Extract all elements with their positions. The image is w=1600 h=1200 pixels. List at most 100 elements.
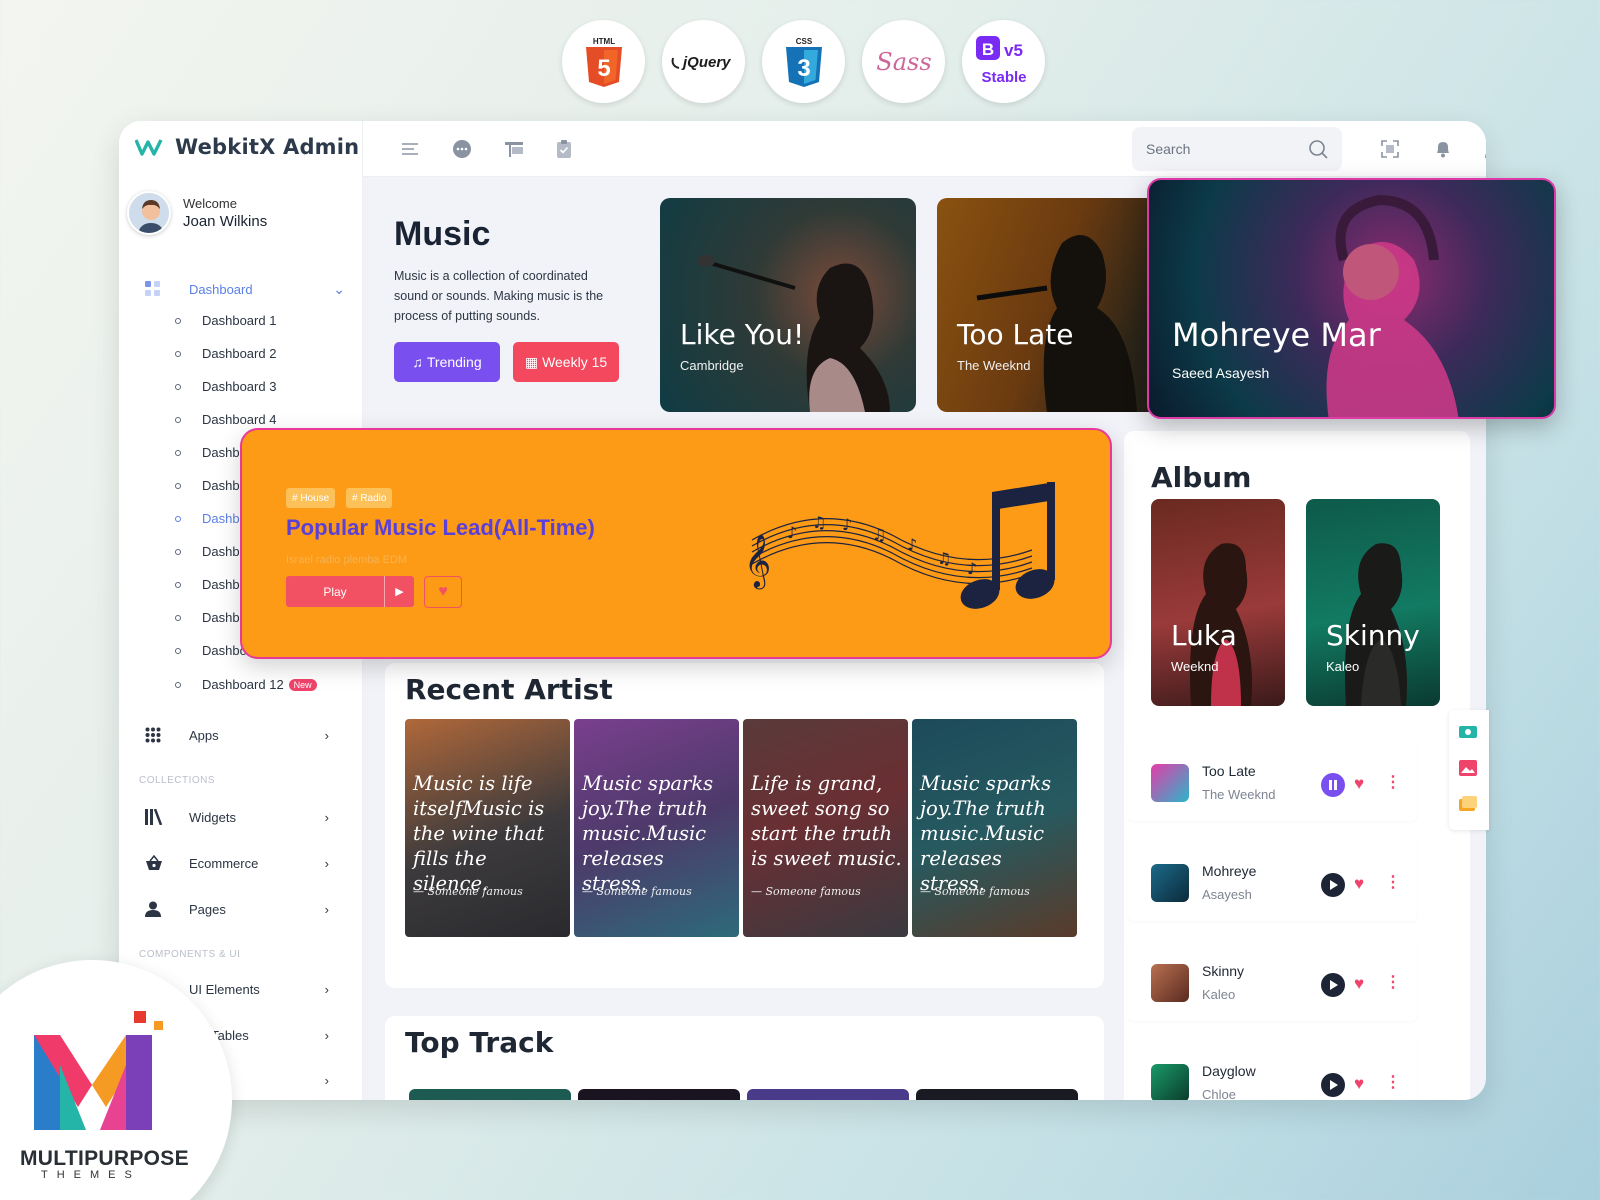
tag-house[interactable]: # House xyxy=(286,488,336,508)
album-card[interactable]: Skinny Kaleo xyxy=(1306,499,1440,706)
bell-icon[interactable] xyxy=(1432,138,1454,160)
logo-icon xyxy=(135,139,163,156)
user-icon[interactable] xyxy=(1482,138,1486,160)
sidebar-subitem-dashboard-6[interactable]: Dashb xyxy=(175,478,240,493)
bullet-icon xyxy=(175,614,181,621)
artist-quote-card[interactable]: Music sparks joy.The truth music.Music r… xyxy=(574,719,739,937)
play-button[interactable]: Play ▶ xyxy=(286,576,414,607)
bullet-icon xyxy=(175,548,181,555)
top-track-thumb[interactable] xyxy=(916,1089,1078,1100)
chevron-right-icon: › xyxy=(324,727,329,743)
hero-singer-image xyxy=(1326,194,1459,417)
sass-badge: Sass xyxy=(862,20,945,103)
trending-button[interactable]: ♫ Trending xyxy=(394,342,500,382)
nav-ecommerce[interactable]: Ecommerce › xyxy=(145,855,329,871)
sidebar-subitem-dashboard-3[interactable]: Dashboard 3 xyxy=(175,379,276,394)
sidebar-subitem-dashboard-10[interactable]: Dashb xyxy=(175,610,240,625)
album-card-title: Skinny xyxy=(1326,619,1420,652)
css3-label: CSS xyxy=(795,37,812,46)
play-icon xyxy=(1330,980,1338,990)
heart-icon[interactable]: ♥ xyxy=(1354,975,1364,993)
album-card[interactable]: Luka Weeknd xyxy=(1151,499,1285,706)
heart-icon[interactable]: ♥ xyxy=(1354,1075,1364,1093)
more-vertical-icon[interactable]: ⋮ xyxy=(1385,1073,1401,1093)
pause-button[interactable] xyxy=(1321,773,1345,797)
track-thumb xyxy=(1151,764,1189,802)
play-button[interactable] xyxy=(1321,1073,1345,1097)
heart-icon[interactable]: ♥ xyxy=(1354,775,1364,793)
sidebar-subitem-dashboard-9[interactable]: Dashb xyxy=(175,577,240,592)
play-icon: ▶ xyxy=(384,576,414,607)
sidebar-subitem-dashboard-2[interactable]: Dashboard 2 xyxy=(175,346,276,361)
top-track-thumb[interactable] xyxy=(409,1089,571,1100)
flag-icon[interactable] xyxy=(503,138,525,160)
hero-title: Mohreye Mar xyxy=(1172,316,1381,354)
user-icon xyxy=(145,901,189,917)
play-button[interactable] xyxy=(1321,873,1345,897)
artist-quote-card[interactable]: Life is grand, sweet song so start the t… xyxy=(743,719,908,937)
nav-pages[interactable]: Pages › xyxy=(145,901,329,917)
album-card-title: Luka xyxy=(1171,619,1237,652)
nav-widgets[interactable]: Widgets › xyxy=(145,809,329,825)
folder-icon[interactable] xyxy=(1459,796,1477,812)
album-singer-image xyxy=(1345,543,1407,706)
track-name: Too Late xyxy=(1202,763,1256,779)
top-track-thumb[interactable] xyxy=(747,1089,909,1100)
track-name: Dayglow xyxy=(1202,1063,1256,1079)
basket-icon xyxy=(145,855,189,871)
play-button[interactable] xyxy=(1321,973,1345,997)
sidebar-subitem-dashboard-1[interactable]: Dashboard 1 xyxy=(175,313,276,328)
fullscreen-icon[interactable] xyxy=(1379,138,1401,160)
app-logo[interactable]: WebkitX Admin xyxy=(135,135,359,159)
artist-quote-card[interactable]: Music is life itselfMusic is the wine th… xyxy=(405,719,570,937)
promo-title: Popular Music Lead(All-Time) xyxy=(286,515,595,540)
chevron-right-icon: › xyxy=(324,901,329,917)
nav-dashboard[interactable]: Dashboard ⌄ xyxy=(145,277,345,301)
bullet-icon xyxy=(175,416,181,423)
nav-dashboard-label: Dashboard xyxy=(189,281,253,297)
chevron-right-icon: › xyxy=(324,855,329,871)
image-icon[interactable] xyxy=(1459,760,1477,776)
search-input[interactable]: Search xyxy=(1146,141,1190,157)
track-item[interactable]: Skinny Kaleo ♥ ⋮ xyxy=(1128,939,1417,1021)
bullet-icon xyxy=(175,681,181,688)
nav-widgets-label: Widgets xyxy=(189,809,236,825)
sidebar-subitem-dashboard-8[interactable]: Dashb xyxy=(175,544,240,559)
search-box[interactable]: Search xyxy=(1132,127,1342,171)
tag-radio[interactable]: # Radio xyxy=(346,488,393,508)
track-item[interactable]: Too Late The Weeknd ♥ ⋮ xyxy=(1128,739,1417,821)
more-vertical-icon[interactable]: ⋮ xyxy=(1385,973,1401,993)
user-profile[interactable]: Welcome Joan Wilkins xyxy=(127,191,267,235)
hero-card[interactable]: Mohreye Mar Saeed Asayesh xyxy=(1147,178,1556,419)
clipboard-icon[interactable] xyxy=(553,138,575,160)
sidebar-subitem-dashboard-5[interactable]: Dashb xyxy=(175,445,240,460)
sidebar-subitem-label: Dashb xyxy=(202,511,240,526)
nav-apps[interactable]: Apps › xyxy=(145,727,329,743)
track-item[interactable]: Mohreye Asayesh ♥ ⋮ xyxy=(1128,839,1417,921)
chat-icon[interactable] xyxy=(451,138,473,160)
sidebar-subitem-dashboard-4[interactable]: Dashboard 4 xyxy=(175,412,276,427)
more-vertical-icon[interactable]: ⋮ xyxy=(1385,773,1401,793)
top-track-thumb[interactable] xyxy=(578,1089,740,1100)
quote-author: — Someone famous xyxy=(582,885,692,898)
sidebar-subitem-label: Dashboard 1 xyxy=(202,313,277,328)
svg-text:♪: ♪ xyxy=(907,535,917,554)
html5-label: HTML xyxy=(592,37,614,46)
heart-icon[interactable]: ♥ xyxy=(1354,875,1364,893)
favorite-button[interactable]: ♥ xyxy=(424,576,462,608)
track-item[interactable]: Dayglow Chloe ♥ ⋮ xyxy=(1128,1039,1417,1100)
sidebar-subitem-dashboard-7[interactable]: Dashb xyxy=(175,511,240,526)
artist-quote-card[interactable]: Music sparks joy.The truth music.Music r… xyxy=(912,719,1077,937)
brand-name: MULTIPURPOSE xyxy=(20,1147,189,1170)
sidebar-subitem-label: Dashb xyxy=(202,544,240,559)
brand-sub: THEMES xyxy=(41,1169,141,1181)
more-vertical-icon[interactable]: ⋮ xyxy=(1385,873,1401,893)
weekly-button[interactable]: ▦ Weekly 15 xyxy=(513,342,619,382)
search-icon[interactable] xyxy=(1308,139,1328,159)
featured-card[interactable]: Like You! Cambridge xyxy=(660,198,916,412)
track-thumb xyxy=(1151,1064,1189,1100)
sidebar-subitem-dashboard-12[interactable]: Dashboard 12 New xyxy=(175,677,317,692)
camera-icon[interactable] xyxy=(1459,724,1477,738)
menu-toggle-icon[interactable] xyxy=(399,138,421,160)
sidebar-subitem-label: Dashboard 2 xyxy=(202,346,277,361)
